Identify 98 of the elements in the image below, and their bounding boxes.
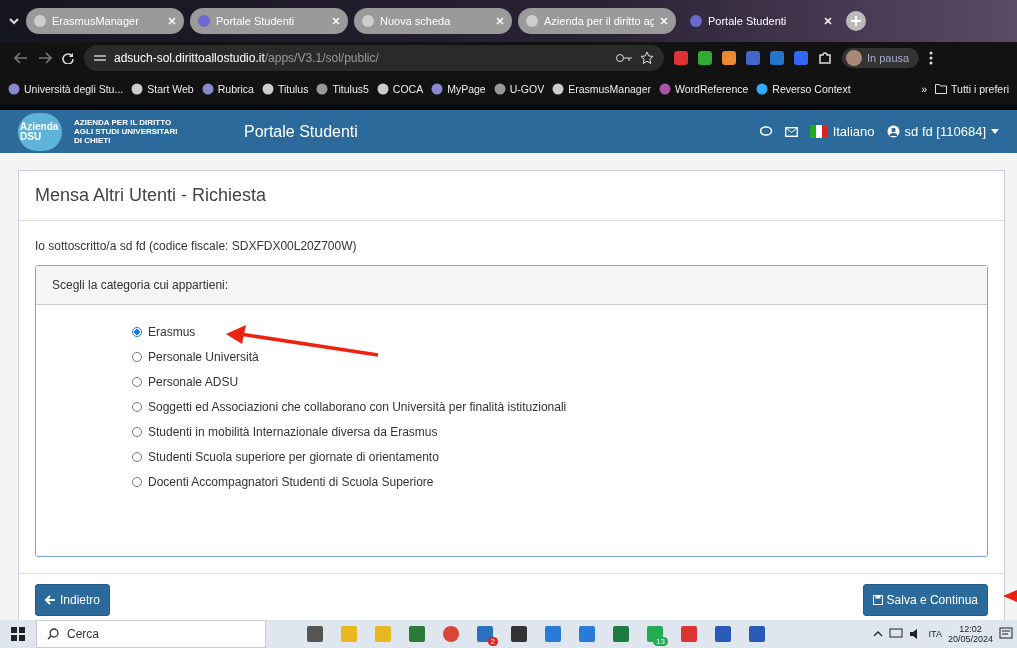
favicon-icon — [690, 15, 702, 27]
tab-title: Portale Studenti — [216, 15, 296, 27]
tab-title: Portale Studenti — [708, 15, 788, 27]
taskbar-app-icon[interactable] — [306, 625, 324, 643]
taskbar-app-icon[interactable] — [510, 625, 528, 643]
option-label[interactable]: Studenti Scuola superiore per giornate di orientamento — [148, 450, 439, 464]
taskbar-app-icon[interactable] — [748, 625, 766, 643]
org-name: DI CHIETI — [74, 136, 112, 145]
profile-button[interactable]: In pausa — [842, 48, 920, 68]
bookmark[interactable]: ErasmusManager — [552, 83, 651, 95]
more-icon[interactable] — [929, 51, 934, 65]
site-settings-icon[interactable] — [94, 53, 106, 63]
option-label[interactable]: Docenti Accompagnatori Studenti di Scuola Superiore — [148, 475, 434, 489]
portal-title: Portale Studenti — [244, 122, 358, 141]
key-icon[interactable] — [616, 53, 632, 63]
bookmark[interactable]: Titulus5 — [316, 83, 369, 95]
bookmark[interactable]: WordReference — [659, 83, 749, 95]
declaration-text: Io sottoscritto/a sd fd (codice fiscale: SDXFDX00L20Z700W) — [34, 238, 358, 255]
taskbar-app-icon[interactable] — [714, 625, 732, 643]
address-bar[interactable]: adsuch-sol.dirittoallostudio.it/apps/V3.1/sol/public/ — [84, 45, 664, 71]
back-button[interactable]: Indietro — [35, 584, 111, 616]
caret-icon — [991, 129, 999, 134]
extension-icon[interactable] — [722, 51, 736, 65]
favicon-icon — [34, 15, 46, 27]
taskbar-app-icon[interactable] — [612, 625, 630, 643]
favicon-icon — [198, 15, 210, 27]
close-icon[interactable] — [824, 17, 832, 25]
bookmark[interactable]: Reverso Context — [756, 83, 851, 95]
back-arrow-icon[interactable] — [14, 52, 28, 64]
notification-badge: 2 — [487, 637, 498, 646]
star-icon[interactable] — [640, 51, 654, 65]
network-icon[interactable] — [888, 628, 903, 640]
logo-text: Azienda — [20, 121, 60, 132]
option-label[interactable]: Erasmus — [148, 325, 196, 339]
bookmark-icon — [659, 83, 671, 95]
tab-title: ErasmusManager — [52, 15, 140, 27]
clock-time[interactable]: 12:02 — [959, 624, 982, 634]
chevron-down-icon[interactable] — [8, 15, 20, 27]
taskbar-search-field[interactable]: Cerca — [36, 620, 266, 648]
bookmark-icon — [131, 83, 144, 95]
bookmark-icon — [261, 83, 274, 95]
url-text: adsuch-sol.dirittoallostudio.it/apps/V3.1/sol/public/ — [114, 51, 379, 65]
bookmark[interactable]: Università degli Stu... — [8, 83, 124, 95]
bookmark[interactable]: Start Web — [131, 83, 194, 95]
org-name: AZIENDA PER IL DIRITTO — [74, 118, 173, 127]
bookmark-icon — [431, 83, 444, 95]
bookmark[interactable]: U-GOV — [493, 83, 545, 95]
radio-button[interactable] — [132, 327, 142, 337]
forward-arrow-icon[interactable] — [38, 52, 52, 64]
bookmark[interactable]: Titulus — [261, 83, 309, 95]
language-selector[interactable]: Italiano — [809, 124, 875, 139]
extension-icon[interactable] — [698, 51, 712, 65]
extension-icon[interactable] — [674, 51, 688, 65]
bookmark[interactable]: MyPage — [431, 83, 486, 95]
category-prompt: Scegli la categoria cui appartieni: — [36, 266, 987, 305]
option-label[interactable]: Personale ADSU — [148, 375, 239, 389]
save-button[interactable]: Salva e Continua — [862, 584, 988, 616]
extension-icon[interactable] — [794, 51, 808, 65]
bookmark-icon — [756, 83, 769, 95]
user-icon — [886, 125, 900, 138]
new-tab-icon[interactable] — [846, 11, 866, 31]
chevron-up-icon[interactable] — [872, 631, 883, 637]
reload-icon[interactable] — [62, 52, 74, 64]
clock-date[interactable]: 20/05/2024 — [947, 634, 993, 644]
bookmark-icon — [493, 83, 506, 95]
option-label[interactable]: Studenti in mobilità Internazionale diversa da Erasmus — [148, 425, 438, 439]
notification-badge: 13 — [653, 637, 668, 646]
bookmark-icon — [201, 83, 214, 95]
favicon-icon — [526, 15, 538, 27]
annotation-arrow — [1003, 590, 1017, 602]
more-bookmarks[interactable]: » — [921, 83, 928, 95]
italy-flag-icon — [809, 125, 828, 138]
option-label[interactable]: Soggetti ed Associazioni che collaborano con Università per finalità istituzionali — [148, 400, 567, 414]
mail-icon[interactable] — [784, 126, 798, 137]
input-language[interactable]: ITA — [928, 629, 942, 639]
user-menu[interactable]: sd fd [110684] — [886, 124, 999, 139]
notifications-icon[interactable] — [999, 627, 1013, 641]
bookmark[interactable]: COCA — [376, 83, 424, 95]
search-icon — [47, 628, 59, 640]
extension-icon[interactable] — [770, 51, 784, 65]
bookmark-icon — [8, 83, 20, 95]
all-bookmarks[interactable]: Tutti i preferi — [935, 83, 1009, 95]
favicon-icon — [362, 15, 374, 27]
bookmark-icon — [552, 83, 565, 95]
page-title: Mensa Altri Utenti - Richiesta — [19, 171, 1004, 221]
bookmark-icon — [376, 83, 389, 95]
browser-tab[interactable]: Portale Studenti — [682, 8, 840, 34]
arrow-left-icon — [45, 595, 56, 605]
logo-text: DSU — [20, 131, 43, 142]
option-label[interactable]: Personale Università — [148, 350, 259, 364]
avatar-icon — [846, 50, 862, 66]
windows-logo-icon[interactable] — [11, 627, 25, 641]
folder-icon — [935, 84, 948, 94]
bookmark-icon — [316, 83, 329, 95]
bookmark[interactable]: Rubrica — [201, 83, 254, 95]
tab-title: Nuova scheda — [380, 15, 452, 27]
chat-icon[interactable] — [759, 125, 773, 138]
org-name: AGLI STUDI UNIVERSITARI — [74, 127, 179, 136]
